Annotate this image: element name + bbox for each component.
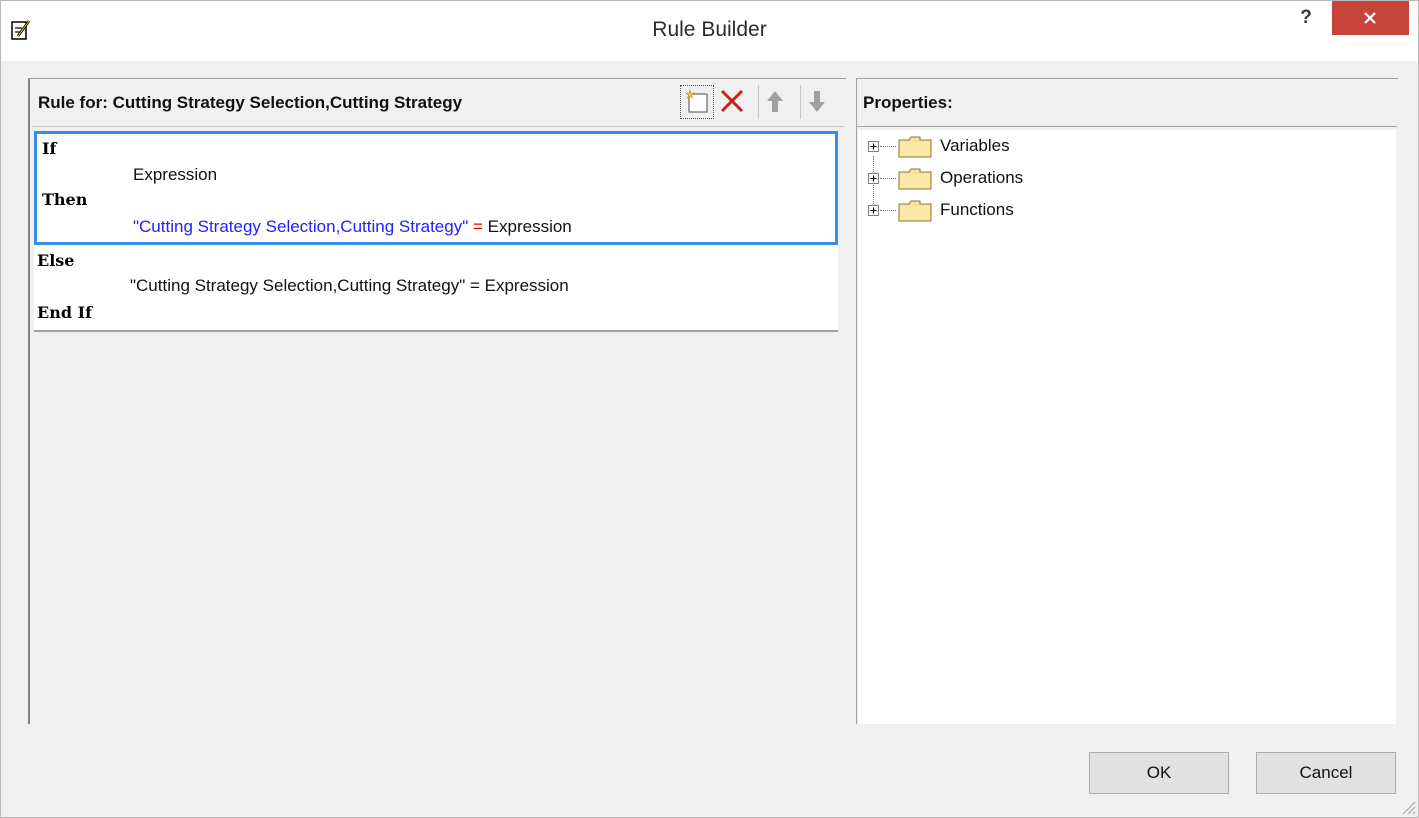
else-block[interactable]: Else "Cutting Strategy Selection,Cutting…	[34, 245, 838, 332]
rule-pane-header: Rule for: Cutting Strategy Selection,Cut…	[32, 79, 844, 127]
expand-plus-icon[interactable]	[868, 141, 879, 152]
move-down-button[interactable]	[800, 85, 834, 119]
if-keyword: If	[42, 139, 57, 158]
move-up-icon	[767, 91, 783, 112]
tree-dots	[880, 210, 896, 212]
then-statement[interactable]: "Cutting Strategy Selection,Cutting Stra…	[133, 217, 572, 237]
assign-target: "Cutting Strategy Selection,Cutting Stra…	[133, 217, 469, 236]
if-then-block[interactable]: If Expression Then "Cutting Strategy Sel…	[34, 131, 838, 245]
end-if-keyword: End If	[37, 303, 92, 322]
new-rule-button[interactable]	[680, 85, 714, 119]
help-button[interactable]: ?	[1289, 3, 1323, 33]
assign-value: Expression	[487, 217, 572, 236]
tree-dots	[880, 146, 896, 148]
properties-pane: Properties: Variables Operations Functio…	[856, 78, 1398, 724]
properties-title: Properties:	[863, 93, 953, 112]
delete-icon	[720, 89, 744, 113]
resize-grip-icon[interactable]	[1398, 797, 1416, 815]
properties-pane-header: Properties:	[857, 79, 1397, 127]
assign-operator: =	[472, 217, 483, 236]
rule-pane: Rule for: Cutting Strategy Selection,Cut…	[28, 78, 846, 725]
folder-icon	[898, 200, 932, 222]
move-up-button[interactable]	[758, 85, 792, 119]
tree-label: Functions	[940, 200, 1014, 219]
else-statement[interactable]: "Cutting Strategy Selection,Cutting Stra…	[130, 276, 569, 296]
close-button[interactable]	[1332, 1, 1409, 35]
folder-icon	[898, 168, 932, 190]
rule-builder-window: Rule Builder ? Rule for: Cutting Strateg…	[0, 0, 1419, 818]
ok-button[interactable]: OK	[1089, 752, 1229, 794]
rule-title: Rule for: Cutting Strategy Selection,Cut…	[38, 93, 463, 112]
close-icon	[1364, 12, 1376, 24]
tree-dots	[880, 178, 896, 180]
folder-icon	[898, 136, 932, 158]
title-bar[interactable]: Rule Builder ?	[1, 1, 1418, 61]
properties-tree[interactable]: Variables Operations Functions	[858, 130, 1396, 724]
tree-label: Operations	[940, 168, 1024, 187]
if-condition[interactable]: Expression	[133, 165, 217, 185]
expand-plus-icon[interactable]	[868, 205, 879, 216]
tree-label: Variables	[940, 136, 1010, 155]
then-keyword: Then	[42, 190, 88, 209]
rule-list[interactable]: If Expression Then "Cutting Strategy Sel…	[32, 129, 842, 725]
move-down-icon	[809, 91, 825, 112]
expand-plus-icon[interactable]	[868, 173, 879, 184]
else-keyword: Else	[37, 251, 75, 270]
cancel-button[interactable]: Cancel	[1256, 752, 1396, 794]
window-title: Rule Builder	[652, 18, 767, 41]
delete-rule-button[interactable]	[716, 85, 750, 119]
new-rule-icon	[685, 89, 708, 113]
